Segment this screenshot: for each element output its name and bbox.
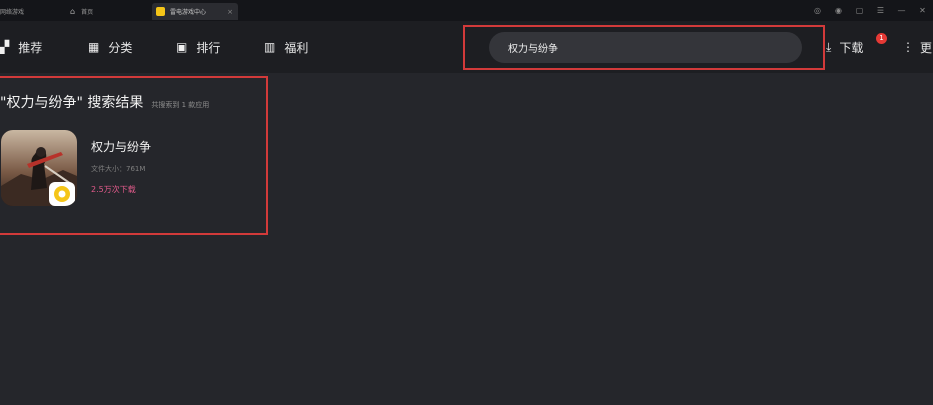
results-count: 共搜索到 1 款应用 <box>151 101 210 109</box>
tab-game-center[interactable]: 雷电游戏中心 × <box>152 3 238 20</box>
main-navbar: ▞ 推荐 ▦ 分类 ▣ 排行 ▥ 福利 权力与纷争 ⤓ 下载 1 ⋮ 更多 <box>0 21 933 73</box>
gift-icon: ▥ <box>264 40 276 54</box>
app-download-count: 2.5万次下载 <box>91 185 136 194</box>
more-button[interactable]: ⋮ 更多 <box>902 37 933 57</box>
gamepad-icon[interactable]: ◎ <box>807 6 828 15</box>
download-icon: ⤓ <box>826 39 832 54</box>
download-count-badge: 1 <box>876 33 887 44</box>
game-artwork-icon <box>1 130 77 206</box>
grid-icon: ▦ <box>88 40 100 54</box>
close-tab-icon[interactable]: × <box>227 8 233 16</box>
nav-item-ranking[interactable]: ▣ 排行 <box>176 37 220 57</box>
ranking-icon: ▣ <box>176 40 188 54</box>
nav-item-label: 福利 <box>284 40 309 55</box>
window-controls: ◎ ◉ ▢ ☰ — ✕ <box>807 0 933 21</box>
tab-label: 雷电游戏中心 <box>170 9 207 16</box>
user-icon[interactable]: ◉ <box>828 6 849 15</box>
results-header: "权力与纷争" 搜索结果 共搜索到 1 款应用 <box>0 92 209 112</box>
nav-item-category[interactable]: ▦ 分类 <box>88 37 132 57</box>
close-window-icon[interactable]: ✕ <box>912 6 933 15</box>
tab-label: 首页 <box>81 9 94 16</box>
window-icon[interactable]: ▢ <box>849 6 870 15</box>
app-name[interactable]: 权力与纷争 <box>91 138 151 155</box>
nav-item-label: 推荐 <box>18 40 43 55</box>
nav-item-label: 排行 <box>196 40 221 55</box>
tab-strip: 网络游戏 ⌂ 首页 雷电游戏中心 × ◎ ◉ ▢ ☰ — ✕ <box>0 0 933 21</box>
more-label: 更多 <box>920 40 933 55</box>
tab-network-games[interactable]: 网络游戏 <box>0 3 24 20</box>
nav-item-recommend[interactable]: ▞ 推荐 <box>0 37 42 57</box>
more-vertical-icon: ⋮ <box>902 40 914 54</box>
minimize-icon[interactable]: — <box>891 6 912 15</box>
nav-item-label: 分类 <box>108 40 133 55</box>
search-input[interactable]: 权力与纷争 <box>489 32 802 63</box>
app-result-card[interactable]: 权力与纷争 文件大小：761M 2.5万次下载 <box>0 128 240 210</box>
results-title: "权力与纷争" 搜索结果 <box>0 95 144 111</box>
download-button[interactable]: ⤓ 下载 1 <box>826 33 887 57</box>
app-icon[interactable] <box>1 130 77 206</box>
menu-icon[interactable]: ☰ <box>870 6 891 15</box>
download-label: 下载 <box>839 40 864 55</box>
app-logo-icon <box>156 7 165 16</box>
thumbs-up-icon: ▞ <box>0 40 10 54</box>
nav-item-welfare[interactable]: ▥ 福利 <box>264 37 308 57</box>
tab-home[interactable]: ⌂ 首页 <box>70 3 93 20</box>
app-file-size: 文件大小：761M <box>91 165 146 173</box>
tab-label: 网络游戏 <box>0 9 25 16</box>
search-input-value: 权力与纷争 <box>508 44 558 55</box>
home-icon: ⌂ <box>70 7 76 16</box>
